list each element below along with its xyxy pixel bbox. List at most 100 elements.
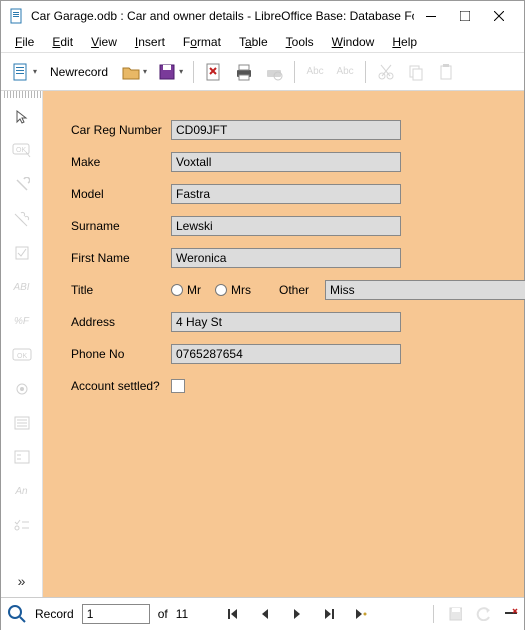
newrecord-label: Newrecord bbox=[50, 65, 108, 79]
close-button[interactable] bbox=[482, 5, 516, 27]
export-pdf-button[interactable] bbox=[200, 58, 228, 86]
chevron-down-icon: ▾ bbox=[179, 67, 183, 76]
menu-file[interactable]: File bbox=[7, 33, 42, 51]
window-titlebar: Car Garage.odb : Car and owner details -… bbox=[1, 1, 524, 31]
label-title: Title bbox=[71, 283, 171, 297]
toolbar-separator bbox=[365, 61, 366, 83]
first-record-button[interactable] bbox=[226, 607, 240, 621]
prev-record-button[interactable] bbox=[258, 607, 272, 621]
abi-label: ABI bbox=[13, 282, 29, 293]
toolbar-separator bbox=[193, 61, 194, 83]
main-toolbar: ▾ Newrecord ▾ ▾ Abc Abc bbox=[1, 53, 524, 91]
label-reg: Car Reg Number bbox=[71, 123, 171, 137]
autospell-button: Abc bbox=[331, 58, 359, 86]
checklist-button[interactable] bbox=[9, 513, 35, 537]
abc-label: Abc bbox=[336, 66, 353, 77]
an-label: An bbox=[15, 486, 27, 497]
save-color-button[interactable]: ▾ bbox=[153, 58, 187, 86]
nav-separator bbox=[433, 605, 434, 623]
nav-button-group bbox=[226, 607, 368, 621]
input-firstname[interactable] bbox=[171, 248, 401, 268]
input-address[interactable] bbox=[171, 312, 401, 332]
document-icon bbox=[9, 8, 25, 24]
radio-tool-button[interactable] bbox=[9, 377, 35, 401]
paste-button bbox=[432, 58, 460, 86]
radio-mr[interactable] bbox=[171, 284, 183, 296]
an-button[interactable]: An bbox=[9, 479, 35, 503]
label-model: Model bbox=[71, 187, 171, 201]
row-surname: Surname bbox=[71, 215, 401, 237]
wrench-button[interactable] bbox=[9, 173, 35, 197]
svg-text:OK: OK bbox=[17, 353, 27, 360]
label-firstname: First Name bbox=[71, 251, 171, 265]
label-other: Other bbox=[279, 283, 309, 297]
chevron-down-icon: ▾ bbox=[143, 67, 147, 76]
menu-tools[interactable]: Tools bbox=[278, 33, 322, 51]
svg-text:OK: OK bbox=[16, 147, 26, 154]
menu-edit[interactable]: Edit bbox=[44, 33, 81, 51]
delete-record-button[interactable] bbox=[504, 607, 518, 621]
ok-click-button[interactable]: OK bbox=[9, 139, 35, 163]
input-phone[interactable] bbox=[171, 344, 401, 364]
next-record-button[interactable] bbox=[290, 607, 304, 621]
maximize-button[interactable] bbox=[448, 5, 482, 27]
checkbox-tool-button[interactable] bbox=[9, 241, 35, 265]
row-address: Address bbox=[71, 311, 401, 333]
row-firstname: First Name bbox=[71, 247, 401, 269]
double-wrench-button[interactable] bbox=[9, 207, 35, 231]
label-make: Make bbox=[71, 155, 171, 169]
mrs-text: Mrs bbox=[231, 283, 251, 297]
search-icon[interactable] bbox=[7, 604, 27, 624]
pf-label: %F bbox=[14, 316, 29, 327]
checkbox-settled[interactable] bbox=[171, 379, 185, 393]
last-record-button[interactable] bbox=[322, 607, 336, 621]
mr-text: Mr bbox=[187, 283, 201, 297]
input-other-title[interactable] bbox=[325, 280, 525, 300]
row-settled: Account settled? bbox=[71, 375, 185, 397]
radio-mrs-label[interactable]: Mrs bbox=[215, 283, 251, 297]
menu-view[interactable]: View bbox=[83, 33, 125, 51]
menu-insert[interactable]: Insert bbox=[127, 33, 173, 51]
label-surname: Surname bbox=[71, 219, 171, 233]
input-make[interactable] bbox=[171, 152, 401, 172]
window-title: Car Garage.odb : Car and owner details -… bbox=[31, 9, 414, 23]
toolbar-drag-handle[interactable] bbox=[4, 91, 46, 98]
of-label: of bbox=[158, 607, 168, 621]
more-tools-button[interactable]: » bbox=[18, 573, 26, 589]
side-toolbar: OK ABI %F OK An » bbox=[1, 91, 43, 597]
minimize-button[interactable] bbox=[414, 5, 448, 27]
pointer-tool-button[interactable] bbox=[9, 105, 35, 129]
undo-button bbox=[476, 607, 490, 621]
new-record-nav-button[interactable] bbox=[354, 607, 368, 621]
row-make: Make bbox=[71, 151, 401, 173]
open-button[interactable]: ▾ bbox=[117, 58, 151, 86]
copy-button bbox=[402, 58, 430, 86]
label-settled: Account settled? bbox=[71, 379, 171, 393]
input-reg[interactable] bbox=[171, 120, 401, 140]
menu-format[interactable]: Format bbox=[175, 33, 229, 51]
radio-mrs[interactable] bbox=[215, 284, 227, 296]
pf-button[interactable]: %F bbox=[9, 309, 35, 333]
ok-box-button[interactable]: OK bbox=[9, 343, 35, 367]
menu-help[interactable]: Help bbox=[384, 33, 425, 51]
list-tool-button[interactable] bbox=[9, 411, 35, 435]
print-preview-button bbox=[260, 58, 288, 86]
menu-window[interactable]: Window bbox=[324, 33, 383, 51]
row-phone: Phone No bbox=[71, 343, 401, 365]
input-model[interactable] bbox=[171, 184, 401, 204]
menu-bar: File Edit View Insert Format Table Tools… bbox=[1, 31, 524, 53]
main-area: OK ABI %F OK An » Car Reg Number Make Mo… bbox=[1, 91, 524, 597]
abc-label: Abc bbox=[306, 66, 323, 77]
input-surname[interactable] bbox=[171, 216, 401, 236]
record-number-input[interactable] bbox=[82, 604, 150, 624]
radio-mr-label[interactable]: Mr bbox=[171, 283, 201, 297]
save-record-button bbox=[448, 607, 462, 621]
form-tool-button[interactable] bbox=[9, 445, 35, 469]
toolbar-separator bbox=[294, 61, 295, 83]
print-button[interactable] bbox=[230, 58, 258, 86]
total-records: 11 bbox=[176, 607, 188, 621]
abi-button[interactable]: ABI bbox=[9, 275, 35, 299]
new-doc-button[interactable]: ▾ bbox=[7, 58, 41, 86]
menu-table[interactable]: Table bbox=[231, 33, 276, 51]
newrecord-button[interactable]: Newrecord bbox=[43, 58, 115, 86]
